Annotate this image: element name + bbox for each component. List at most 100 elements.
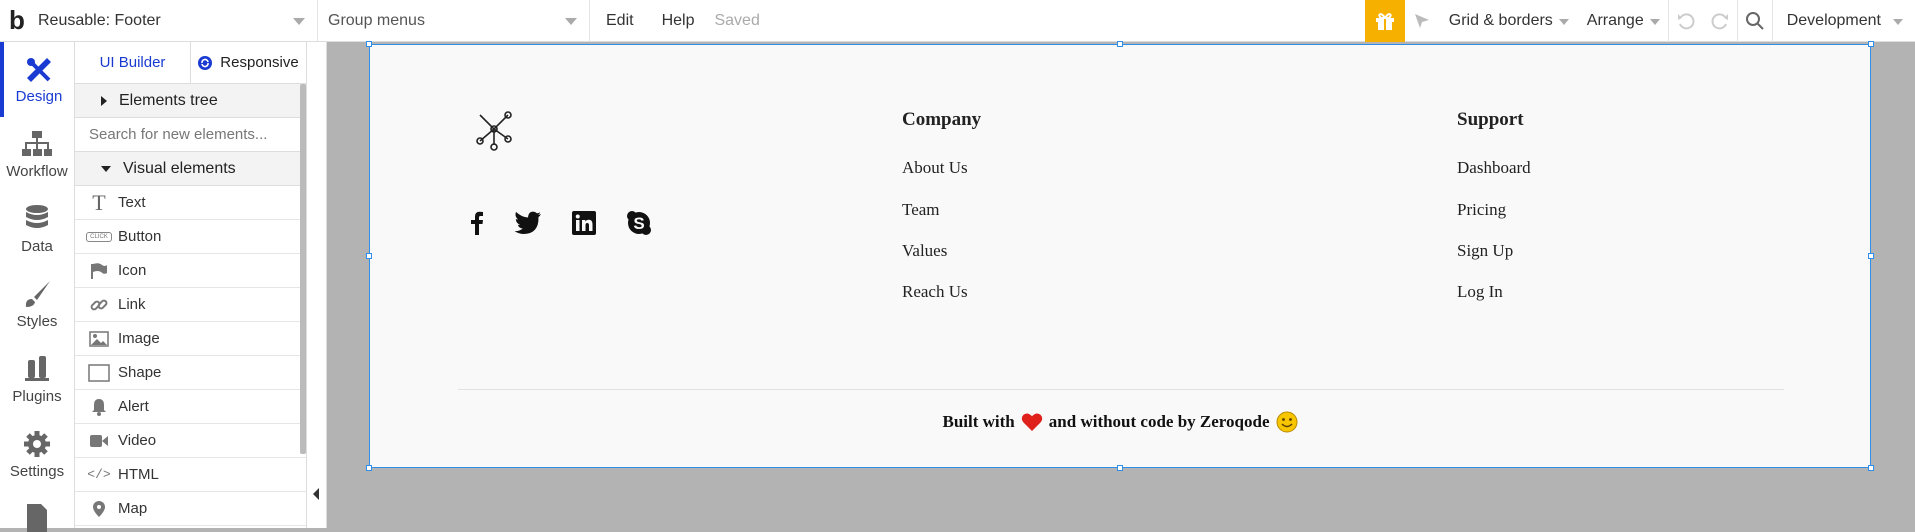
element-label: Video — [118, 432, 157, 449]
resize-handle[interactable] — [1117, 465, 1123, 471]
element-icon[interactable]: Icon — [75, 254, 306, 288]
rail-item-label: Styles — [16, 313, 58, 330]
rail-item-workflow[interactable]: Workflow — [0, 117, 74, 192]
element-shape[interactable]: Shape — [75, 356, 306, 390]
element-text[interactable]: T Text — [75, 186, 306, 220]
edit-menu[interactable]: Edit — [590, 12, 648, 30]
page-selector[interactable]: Reusable: Footer — [34, 0, 318, 42]
heart-icon — [1021, 412, 1043, 432]
element-image[interactable]: Image — [75, 322, 306, 356]
resize-handle[interactable] — [366, 41, 372, 47]
link-dashboard[interactable]: Dashboard — [1457, 158, 1531, 178]
elements-tree-label: Elements tree — [119, 91, 218, 109]
element-label: Image — [118, 330, 160, 347]
design-icon — [23, 54, 55, 84]
resize-handle[interactable] — [366, 253, 372, 259]
link-values[interactable]: Values — [902, 241, 947, 261]
chevron-down-icon — [293, 17, 305, 25]
group-selector[interactable]: Group menus — [318, 0, 590, 42]
undo-icon[interactable] — [1669, 0, 1703, 42]
resize-handle[interactable] — [1868, 465, 1874, 471]
element-map[interactable]: Map — [75, 492, 306, 526]
redo-icon[interactable] — [1703, 0, 1737, 42]
footer-canvas[interactable]: S Company About Us Team Values Reach Us … — [366, 41, 1874, 471]
rail-item-design[interactable]: Design — [0, 42, 74, 117]
link-pricing[interactable]: Pricing — [1457, 200, 1506, 220]
plug-icon — [21, 354, 53, 384]
grid-borders-label: Grid & borders — [1448, 11, 1553, 29]
rail-item-styles[interactable]: Styles — [0, 267, 74, 342]
gear-icon — [21, 429, 53, 459]
chevron-down-icon — [1893, 18, 1903, 25]
link-team[interactable]: Team — [902, 200, 940, 220]
element-video[interactable]: Video — [75, 424, 306, 458]
rail-item-label: Settings — [9, 463, 65, 480]
element-alert[interactable]: Alert — [75, 390, 306, 424]
arrange-label: Arrange — [1586, 11, 1644, 29]
map-pin-icon — [85, 499, 113, 519]
rail-item-label: Design — [15, 88, 63, 105]
element-search — [75, 118, 306, 152]
save-status: Saved — [714, 11, 760, 29]
footer-divider — [458, 389, 1784, 390]
panel-collapse-handle[interactable] — [307, 42, 327, 528]
elements-tree-toggle[interactable]: Elements tree — [75, 84, 306, 118]
gift-icon[interactable] — [1364, 0, 1405, 42]
environment-label: Development — [1786, 11, 1881, 29]
element-label: Shape — [118, 364, 162, 381]
tab-ui-builder[interactable]: UI Builder — [75, 42, 190, 83]
panel-tabs: UI Builder Responsive — [75, 42, 306, 84]
tab-label: UI Builder — [99, 54, 166, 71]
left-rail: Design Workflow Data Styles Plugins Sett… — [0, 42, 75, 532]
link-about-us[interactable]: About Us — [902, 158, 968, 178]
element-html[interactable]: </> HTML — [75, 458, 306, 492]
network-logo-icon — [474, 109, 514, 156]
resize-handle[interactable] — [1868, 253, 1874, 259]
caret-down-icon — [101, 165, 111, 172]
link-icon — [85, 295, 113, 315]
element-search-input[interactable] — [87, 125, 287, 144]
link-reach-us[interactable]: Reach Us — [902, 282, 968, 302]
resize-handle[interactable] — [366, 465, 372, 471]
resize-handle[interactable] — [1868, 41, 1874, 47]
help-menu[interactable]: Help — [648, 12, 709, 30]
element-label: Alert — [118, 398, 149, 415]
facebook-icon[interactable] — [470, 211, 484, 240]
tab-label: Responsive — [220, 54, 299, 71]
rail-item-label: Workflow — [6, 163, 68, 180]
credit-text-after: and without code by Zeroqode — [1048, 412, 1270, 431]
search-icon[interactable] — [1738, 0, 1772, 42]
rail-item-more[interactable] — [0, 492, 74, 532]
visual-elements-toggle[interactable]: Visual elements — [75, 152, 306, 186]
company-heading: Company — [902, 109, 982, 130]
image-icon — [85, 329, 113, 349]
linkedin-icon[interactable] — [572, 211, 596, 240]
database-icon — [21, 204, 53, 234]
skype-icon[interactable]: S — [626, 210, 652, 241]
rail-item-data[interactable]: Data — [0, 192, 74, 267]
tab-responsive[interactable]: Responsive — [190, 42, 306, 83]
group-selector-value: Group menus — [328, 11, 425, 29]
element-button[interactable]: CLICK Button — [75, 220, 306, 254]
rail-item-settings[interactable]: Settings — [0, 417, 74, 492]
text-icon: T — [92, 189, 106, 215]
link-log-in[interactable]: Log In — [1457, 282, 1503, 302]
visual-elements-label: Visual elements — [123, 159, 236, 177]
arrange-dropdown[interactable]: Arrange — [1577, 0, 1668, 42]
grid-borders-dropdown[interactable]: Grid & borders — [1439, 0, 1577, 42]
caret-right-icon — [101, 95, 107, 106]
environment-dropdown[interactable]: Development — [1773, 0, 1915, 42]
element-link[interactable]: Link — [75, 288, 306, 322]
cursor-icon[interactable] — [1405, 0, 1439, 42]
panel-scrollbar[interactable] — [300, 84, 306, 454]
resize-handle[interactable] — [1117, 41, 1123, 47]
rail-item-label: Plugins — [12, 388, 62, 405]
rail-item-plugins[interactable]: Plugins — [0, 342, 74, 417]
smile-icon — [1276, 411, 1298, 433]
flag-icon — [85, 261, 113, 281]
link-sign-up[interactable]: Sign Up — [1457, 241, 1513, 261]
video-icon — [85, 431, 113, 451]
bubble-logo[interactable]: b — [0, 0, 34, 42]
twitter-icon[interactable] — [514, 211, 542, 240]
top-toolbar: b Reusable: Footer Group menus Edit Help… — [0, 0, 1915, 42]
